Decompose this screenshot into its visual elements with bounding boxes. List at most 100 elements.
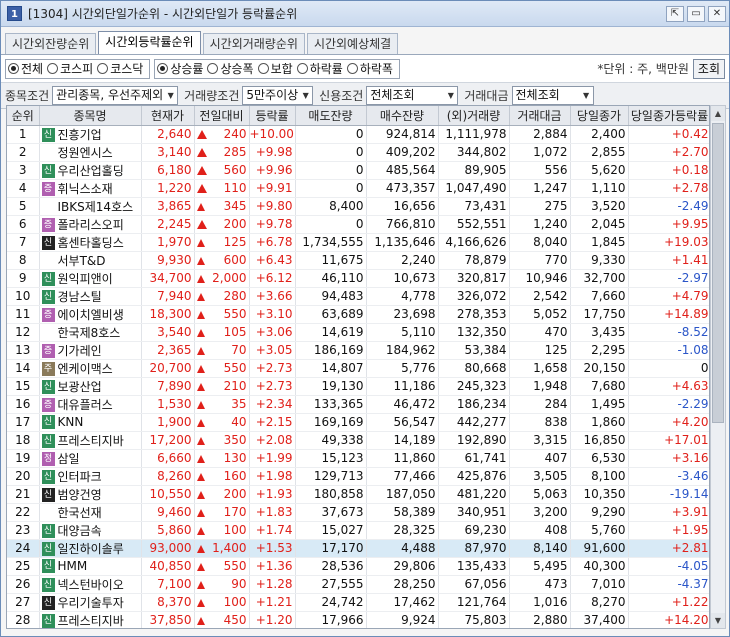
cell-volume: 552,551 [438, 215, 510, 234]
tab-change-rate-rank[interactable]: 시간외등락률순위 [98, 31, 201, 54]
cell-name[interactable]: 신 진흥기업 [39, 125, 142, 144]
cell-name[interactable]: 증 휘닉스소재 [39, 179, 142, 198]
col-rate[interactable]: 등락률 [249, 106, 296, 126]
cell-name[interactable]: 정원엔시스 [39, 143, 142, 162]
detach-icon[interactable]: ⇱ [666, 5, 684, 22]
col-name[interactable]: 종목명 [39, 106, 142, 126]
radio-market-kosdaq[interactable]: 코스닥 [97, 60, 143, 77]
table-row[interactable]: 27 신 우리기술투자 8,370 100 +1.21 24,742 17,462 121,76… [7, 593, 709, 612]
item-cond-select[interactable]: 관리종목, 우선주제외 ▼ [52, 86, 179, 105]
cell-name[interactable]: 신 대양금속 [39, 521, 142, 540]
cell-name[interactable]: 신 프레스티지바 [39, 611, 142, 628]
cell-diff: 2,000 [194, 269, 250, 288]
cell-rank: 5 [7, 197, 40, 216]
query-button[interactable]: 조회 [692, 58, 725, 79]
cell-name[interactable]: 신 경남스틸 [39, 287, 142, 306]
cell-close: 1,495 [570, 395, 629, 414]
cell-diff: 210 [194, 377, 250, 396]
cell-name[interactable]: 서부T&D [39, 251, 142, 270]
table-row[interactable]: 9 신 원익피앤이 34,700 2,000 +6.12 46,110 10,673 320,8… [7, 269, 709, 288]
col-buy-remain[interactable]: 매수잔량 [366, 106, 439, 126]
table-row[interactable]: 23 신 대양금속 5,860 100 +1.74 15,027 28,325 69,230 40… [7, 521, 709, 540]
vertical-scrollbar[interactable]: ▲ ▼ [710, 105, 726, 629]
table-row[interactable]: 2 정원엔시스 3,140 285 +9.98 0 409,202 344,802 1,072 2… [7, 143, 709, 162]
table-row[interactable]: 16 증 대유플러스 1,530 35 +2.34 133,365 46,472 186,234… [7, 395, 709, 414]
cell-name[interactable]: 정 삼일 [39, 449, 142, 468]
cell-name[interactable]: 신 보광산업 [39, 377, 142, 396]
credit-badge: 신 [41, 380, 55, 394]
table-row[interactable]: 7 신 홈센타홀딩스 1,970 125 +6.78 1,734,555 1,135,646 4… [7, 233, 709, 252]
radio-sort-flat[interactable]: 보합 [257, 60, 293, 77]
cell-name[interactable]: 증 에이치엘비생 [39, 305, 142, 324]
table-row[interactable]: 13 증 기가레인 2,365 70 +3.05 186,169 184,962 53,384 1… [7, 341, 709, 360]
radio-market-all[interactable]: 전체 [8, 60, 43, 77]
radio-sort-rise-amount[interactable]: 상승폭 [207, 60, 254, 77]
table-row[interactable]: 17 신 KNN 1,900 40 +2.15 169,169 56,547 442,277 83… [7, 413, 709, 432]
cell-name[interactable]: 증 폴라리스오피 [39, 215, 142, 234]
close-icon[interactable]: ✕ [708, 5, 726, 22]
radio-sort-fall-rate[interactable]: 하락률 [296, 60, 343, 77]
table-row[interactable]: 5 IBKS제14호스 3,865 345 +9.80 8,400 16,656 73,431… [7, 197, 709, 216]
table-row[interactable]: 12 한국제8호스 3,540 105 +3.06 14,619 5,110 132,350 4… [7, 323, 709, 342]
cell-name[interactable]: 증 기가레인 [39, 341, 142, 360]
cell-name[interactable]: IBKS제14호스 [39, 197, 142, 216]
tab-volume-rank[interactable]: 시간외거래량순위 [202, 33, 305, 54]
cell-name[interactable]: 신 홈센타홀딩스 [39, 233, 142, 252]
cell-name[interactable]: 신 일진하이솔루 [39, 539, 142, 558]
cell-name[interactable]: 신 프레스티지바 [39, 431, 142, 450]
radio-sort-fall-amount[interactable]: 하락폭 [346, 60, 393, 77]
credit-cond-select[interactable]: 전체조회 ▼ [366, 86, 459, 105]
radio-market-kospi[interactable]: 코스피 [47, 60, 93, 77]
col-sell-remain[interactable]: 매도잔량 [295, 106, 367, 126]
table-row[interactable]: 15 신 보광산업 7,890 210 +2.73 19,130 11,186 245,323 1… [7, 377, 709, 396]
upper-limit-arrow-icon [196, 184, 207, 193]
table-row[interactable]: 20 신 인터파크 8,260 160 +1.98 129,713 77,466 425,876… [7, 467, 709, 486]
table-row[interactable]: 21 신 범양건영 10,550 200 +1.93 180,858 187,050 481,2… [7, 485, 709, 504]
table-row[interactable]: 6 증 폴라리스오피 2,245 200 +9.78 0 766,810 552,551 1,24… [7, 215, 709, 234]
cell-name[interactable]: 증 대유플러스 [39, 395, 142, 414]
col-price[interactable]: 현재가 [141, 106, 195, 126]
table-row[interactable]: 25 신 HMM 40,850 550 +1.36 28,536 29,806 135,433 5… [7, 557, 709, 576]
cell-name[interactable]: 한국제8호스 [39, 323, 142, 342]
col-close[interactable]: 당일종가 [570, 106, 629, 126]
table-row[interactable]: 1 신 진흥기업 2,640 240 +10.00 0 924,814 1,111,978 2,8… [7, 125, 709, 144]
cell-name[interactable]: 신 KNN [39, 413, 142, 432]
restore-icon[interactable]: ▭ [687, 5, 705, 22]
cell-name[interactable]: 신 넥스턴바이오 [39, 575, 142, 594]
table-row[interactable]: 4 증 휘닉스소재 1,220 110 +9.91 0 473,357 1,047,490 1,2… [7, 179, 709, 198]
table-row[interactable]: 26 신 넥스턴바이오 7,100 90 +1.28 27,555 28,250 67,056 4… [7, 575, 709, 594]
title-bar[interactable]: 1 [1304] 시간외단일가순위 - 시간외단일가 등락률순위 ⇱ ▭ ✕ [1, 1, 729, 27]
table-row[interactable]: 10 신 경남스틸 7,940 280 +3.66 94,483 4,778 326,072 2,… [7, 287, 709, 306]
cell-name[interactable]: 신 원익피앤이 [39, 269, 142, 288]
scroll-thumb[interactable] [712, 123, 724, 423]
radio-sort-rise-rate[interactable]: 상승률 [157, 60, 203, 77]
credit-badge: 신 [41, 434, 55, 448]
cell-name[interactable]: 주 엔케이맥스 [39, 359, 142, 378]
amount-select[interactable]: 전체조회 ▼ [511, 86, 594, 105]
table-row[interactable]: 14 주 엔케이맥스 20,700 550 +2.73 14,807 5,776 80,668 1… [7, 359, 709, 378]
table-row[interactable]: 19 정 삼일 6,660 130 +1.99 15,123 11,860 61,741 407 6… [7, 449, 709, 468]
table-row[interactable]: 11 증 에이치엘비생 18,300 550 +3.10 63,689 23,698 278,3… [7, 305, 709, 324]
cell-name[interactable]: 한국선재 [39, 503, 142, 522]
col-diff[interactable]: 전일대비 [194, 106, 250, 126]
col-rank[interactable]: 순위 [7, 106, 40, 126]
scroll-up-icon[interactable]: ▲ [711, 106, 725, 121]
volume-cond-select[interactable]: 5만주이상 ▼ [242, 86, 314, 105]
table-row[interactable]: 3 신 우리산업홀딩 6,180 560 +9.96 0 485,564 89,905 556 5,… [7, 161, 709, 180]
col-volume[interactable]: (외)거래량 [438, 106, 510, 126]
col-close-rate[interactable]: 당일종가등락률 [628, 106, 709, 126]
table-row[interactable]: 24 신 일진하이솔루 93,000 1,400 +1.53 17,170 4,488 87,9… [7, 539, 709, 558]
tab-remaining-rank[interactable]: 시간외잔량순위 [5, 33, 97, 54]
cell-name[interactable]: 신 인터파크 [39, 467, 142, 486]
table-row[interactable]: 8 서부T&D 9,930 600 +6.43 11,675 2,240 78,879 770 9… [7, 251, 709, 270]
table-row[interactable]: 22 한국선재 9,460 170 +1.83 37,673 58,389 340,951 3,… [7, 503, 709, 522]
cell-name[interactable]: 신 범양건영 [39, 485, 142, 504]
table-row[interactable]: 18 신 프레스티지바 17,200 350 +2.08 49,338 14,189 192,8… [7, 431, 709, 450]
tab-expected-exec[interactable]: 시간외예상체결 [306, 33, 399, 54]
scroll-down-icon[interactable]: ▼ [711, 613, 725, 628]
col-amount[interactable]: 거래대금 [509, 106, 571, 126]
table-row[interactable]: 28 신 프레스티지바 37,850 450 +1.20 17,966 9,924 75,803… [7, 611, 709, 628]
cell-name[interactable]: 신 HMM [39, 557, 142, 576]
cell-name[interactable]: 신 우리산업홀딩 [39, 161, 142, 180]
cell-name[interactable]: 신 우리기술투자 [39, 593, 142, 612]
